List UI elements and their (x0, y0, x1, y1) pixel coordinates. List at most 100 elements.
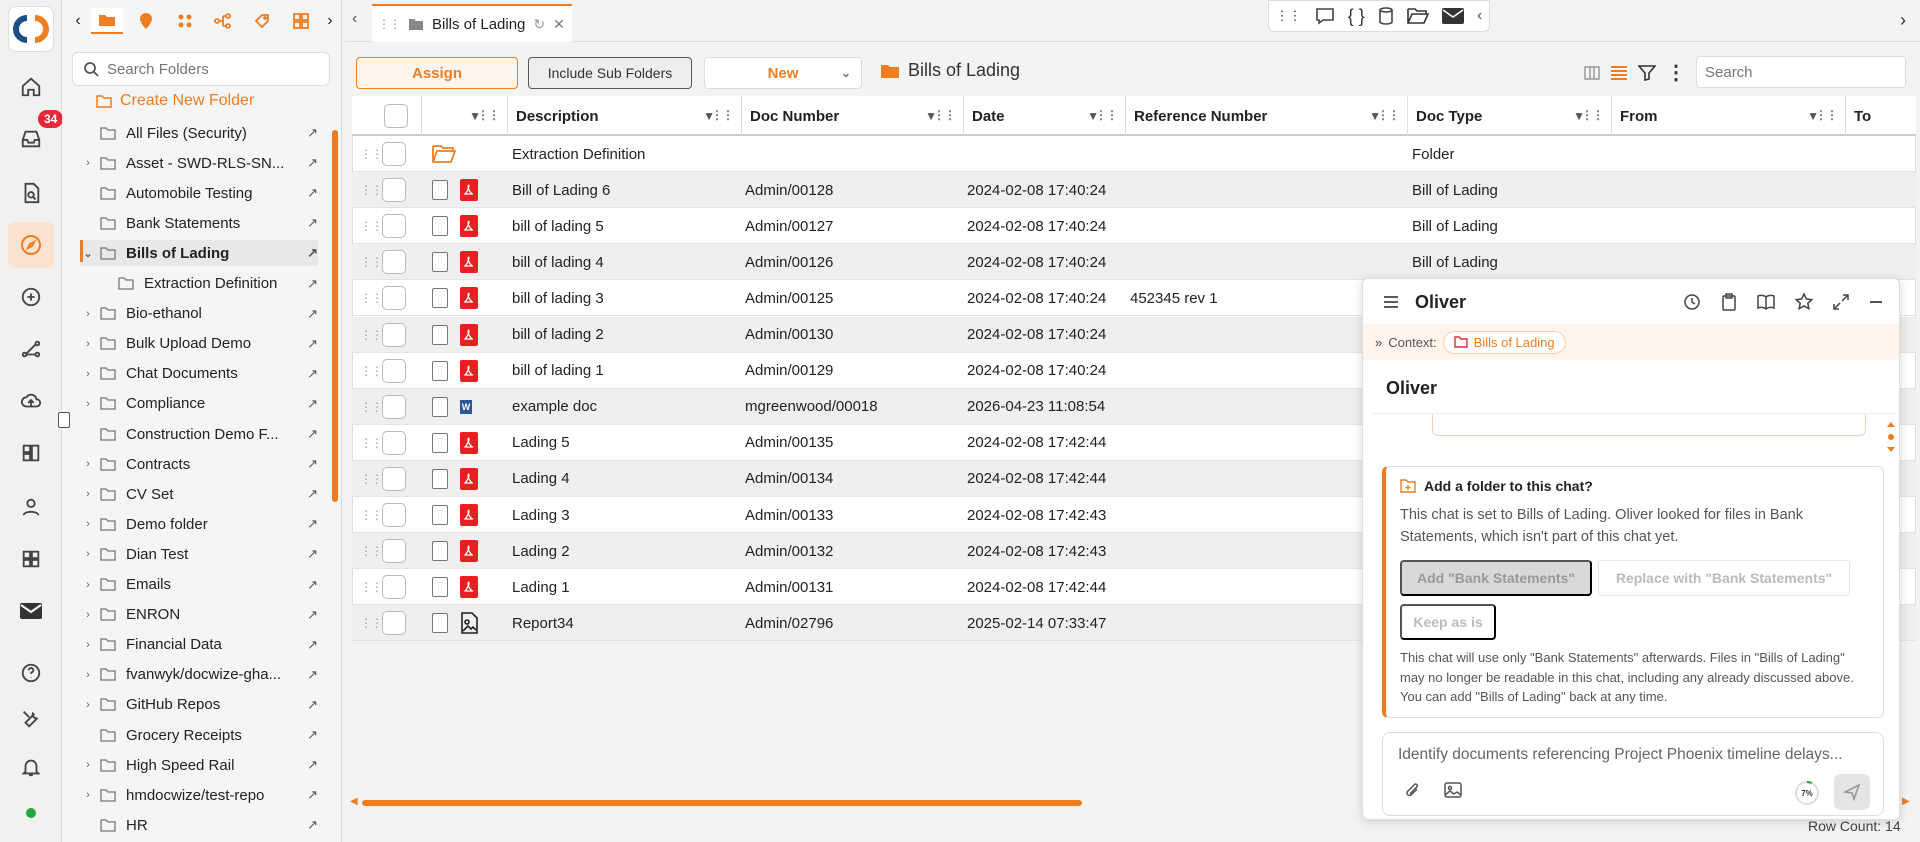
table-row[interactable]: ⋮⋮ Extraction Definition Folder (352, 136, 1916, 172)
folder-item[interactable]: HR ↗ (80, 812, 318, 838)
header-doc-number[interactable]: Doc Number ▼ ⋮⋮ (742, 96, 964, 136)
open-external-icon[interactable]: ↗ (302, 757, 318, 773)
folder-item[interactable]: › Bulk Upload Demo ↗ (80, 331, 318, 357)
select-all-checkbox[interactable] (384, 104, 408, 128)
table-row[interactable]: ⋮⋮ bill of lading 5 Admin/00127 2024-02-08 … (352, 208, 1916, 245)
tag-icon[interactable] (246, 8, 278, 34)
open-external-icon[interactable]: ↗ (302, 426, 318, 442)
folder-item[interactable]: Extraction Definition ↗ (98, 271, 318, 297)
chevron-right-icon[interactable]: › (80, 155, 96, 171)
open-external-icon[interactable]: ↗ (302, 787, 318, 803)
drag-handle-icon[interactable]: ⋮⋮ (360, 147, 383, 161)
chevron-right-icon[interactable]: › (80, 607, 96, 623)
open-external-icon[interactable]: ↗ (302, 125, 318, 141)
chevron-right-icon[interactable]: › (80, 667, 96, 683)
chevron-right-icon[interactable]: › (80, 697, 96, 713)
app-logo[interactable] (8, 6, 54, 52)
column-grip-icon[interactable]: ⋮⋮ (1095, 108, 1118, 122)
dashboard-icon[interactable] (14, 436, 48, 470)
chevron-right-icon[interactable]: › (324, 8, 336, 34)
folder-item[interactable]: › Bio-ethanol ↗ (80, 301, 318, 327)
drag-handle-icon[interactable]: ⋮⋮ (1276, 8, 1302, 24)
close-icon[interactable]: ✕ (553, 16, 565, 33)
preview-icon[interactable] (432, 432, 448, 453)
help-icon[interactable] (14, 656, 48, 690)
preview-icon[interactable] (432, 396, 448, 417)
table-row[interactable]: ⋮⋮ bill of lading 4 Admin/00126 2024-02-08 … (352, 244, 1916, 281)
image-icon[interactable] (1444, 782, 1462, 798)
open-external-icon[interactable]: ↗ (302, 185, 318, 201)
row-checkbox[interactable] (382, 575, 406, 600)
chevron-left-icon[interactable]: ‹ (72, 8, 84, 34)
folder-item[interactable]: › High Speed Rail ↗ (80, 752, 318, 778)
column-grip-icon[interactable]: ⋮⋮ (477, 108, 500, 122)
chevron-right-icon[interactable]: › (80, 396, 96, 412)
open-external-icon[interactable]: ↗ (302, 637, 318, 653)
chevron-right-icon[interactable]: › (80, 757, 96, 773)
grid-search-input[interactable] (1705, 63, 1895, 81)
chevron-right-icon[interactable]: › (80, 366, 96, 382)
column-grip-icon[interactable]: ⋮⋮ (933, 108, 956, 122)
folder-item[interactable]: › Dian Test ↗ (80, 541, 318, 567)
open-external-icon[interactable]: ↗ (302, 276, 318, 292)
drag-handle-icon[interactable]: ⋮⋮ (360, 328, 383, 342)
create-folder-link[interactable]: Create New Folder (96, 92, 254, 110)
code-braces-icon[interactable]: { } (1348, 6, 1365, 27)
table-row[interactable]: ⋮⋮ Bill of Lading 6 Admin/00128 2024-02-08 … (352, 172, 1916, 209)
open-external-icon[interactable]: ↗ (302, 577, 318, 593)
more-vertical-icon[interactable]: ⋮ (1666, 60, 1686, 85)
chevron-right-icon[interactable]: › (80, 787, 96, 803)
drag-handle-icon[interactable]: ⋮⋮ (360, 436, 383, 450)
chevron-right-icon[interactable]: › (1900, 10, 1906, 31)
chevron-right-icon[interactable]: › (80, 486, 96, 502)
drag-handle-icon[interactable]: ⋮⋮ (360, 580, 383, 594)
folder-open-icon[interactable] (1407, 7, 1429, 25)
folder-item[interactable]: › Contracts ↗ (80, 451, 318, 477)
horizontal-scrollbar[interactable] (362, 800, 1082, 806)
header-description[interactable]: Description ▼ ⋮⋮ (508, 96, 742, 136)
open-external-icon[interactable]: ↗ (302, 667, 318, 683)
folder-item[interactable]: › Financial Data ↗ (80, 632, 318, 658)
open-external-icon[interactable]: ↗ (302, 155, 318, 171)
header-doc-type[interactable]: Doc Type ▼ ⋮⋮ (1408, 96, 1612, 136)
preview-icon[interactable] (432, 468, 448, 489)
preview-icon[interactable] (432, 613, 448, 634)
column-grip-icon[interactable]: ⋮⋮ (711, 108, 734, 122)
preview-icon[interactable] (432, 360, 448, 381)
user-icon[interactable] (14, 490, 48, 524)
chevron-left-icon[interactable]: ‹ (352, 10, 357, 28)
preview-icon[interactable] (432, 180, 448, 201)
open-external-icon[interactable]: ↗ (302, 516, 318, 532)
row-checkbox[interactable] (382, 539, 406, 564)
layout-icon[interactable] (285, 8, 317, 34)
hierarchy-icon[interactable] (207, 8, 239, 34)
location-pin-icon[interactable] (130, 8, 162, 34)
row-checkbox[interactable] (382, 142, 406, 166)
folder-item[interactable]: ⌄ Bills of Lading ↗ (80, 240, 318, 267)
folder-item[interactable]: › GitHub Repos ↗ (80, 692, 318, 718)
column-grip-icon[interactable]: ⋮⋮ (1377, 108, 1400, 122)
mail-icon[interactable] (1441, 8, 1464, 24)
chevron-right-icon[interactable]: › (80, 577, 96, 593)
folder-item[interactable]: › Asset - SWD-RLS-SN... ↗ (80, 150, 318, 176)
chevron-right-icon[interactable]: › (80, 306, 96, 322)
home-icon[interactable] (14, 70, 48, 104)
comment-icon[interactable] (1315, 7, 1335, 25)
row-checkbox[interactable] (382, 178, 406, 203)
assign-button[interactable]: Assign (356, 57, 518, 89)
preview-icon[interactable] (432, 324, 448, 345)
chevron-left-icon[interactable]: ‹ (1477, 7, 1482, 25)
menu-icon[interactable] (1383, 295, 1399, 309)
workflow-icon[interactable] (14, 332, 48, 366)
folder-item[interactable]: › Emails ↗ (80, 572, 318, 598)
preview-icon[interactable] (432, 288, 448, 309)
preview-icon[interactable] (432, 252, 448, 273)
open-external-icon[interactable]: ↗ (302, 456, 318, 472)
keep-as-is-button[interactable]: Keep as is (1400, 604, 1496, 640)
row-checkbox[interactable] (382, 466, 406, 491)
include-sub-folders-button[interactable]: Include Sub Folders (528, 57, 692, 89)
scroll-right-icon[interactable]: ▶ (1902, 796, 1910, 807)
drag-handle-icon[interactable]: ⋮⋮ (360, 255, 383, 269)
drag-handle-icon[interactable]: ⋮⋮ (360, 400, 383, 414)
folder-item[interactable]: Automobile Testing ↗ (80, 180, 318, 206)
